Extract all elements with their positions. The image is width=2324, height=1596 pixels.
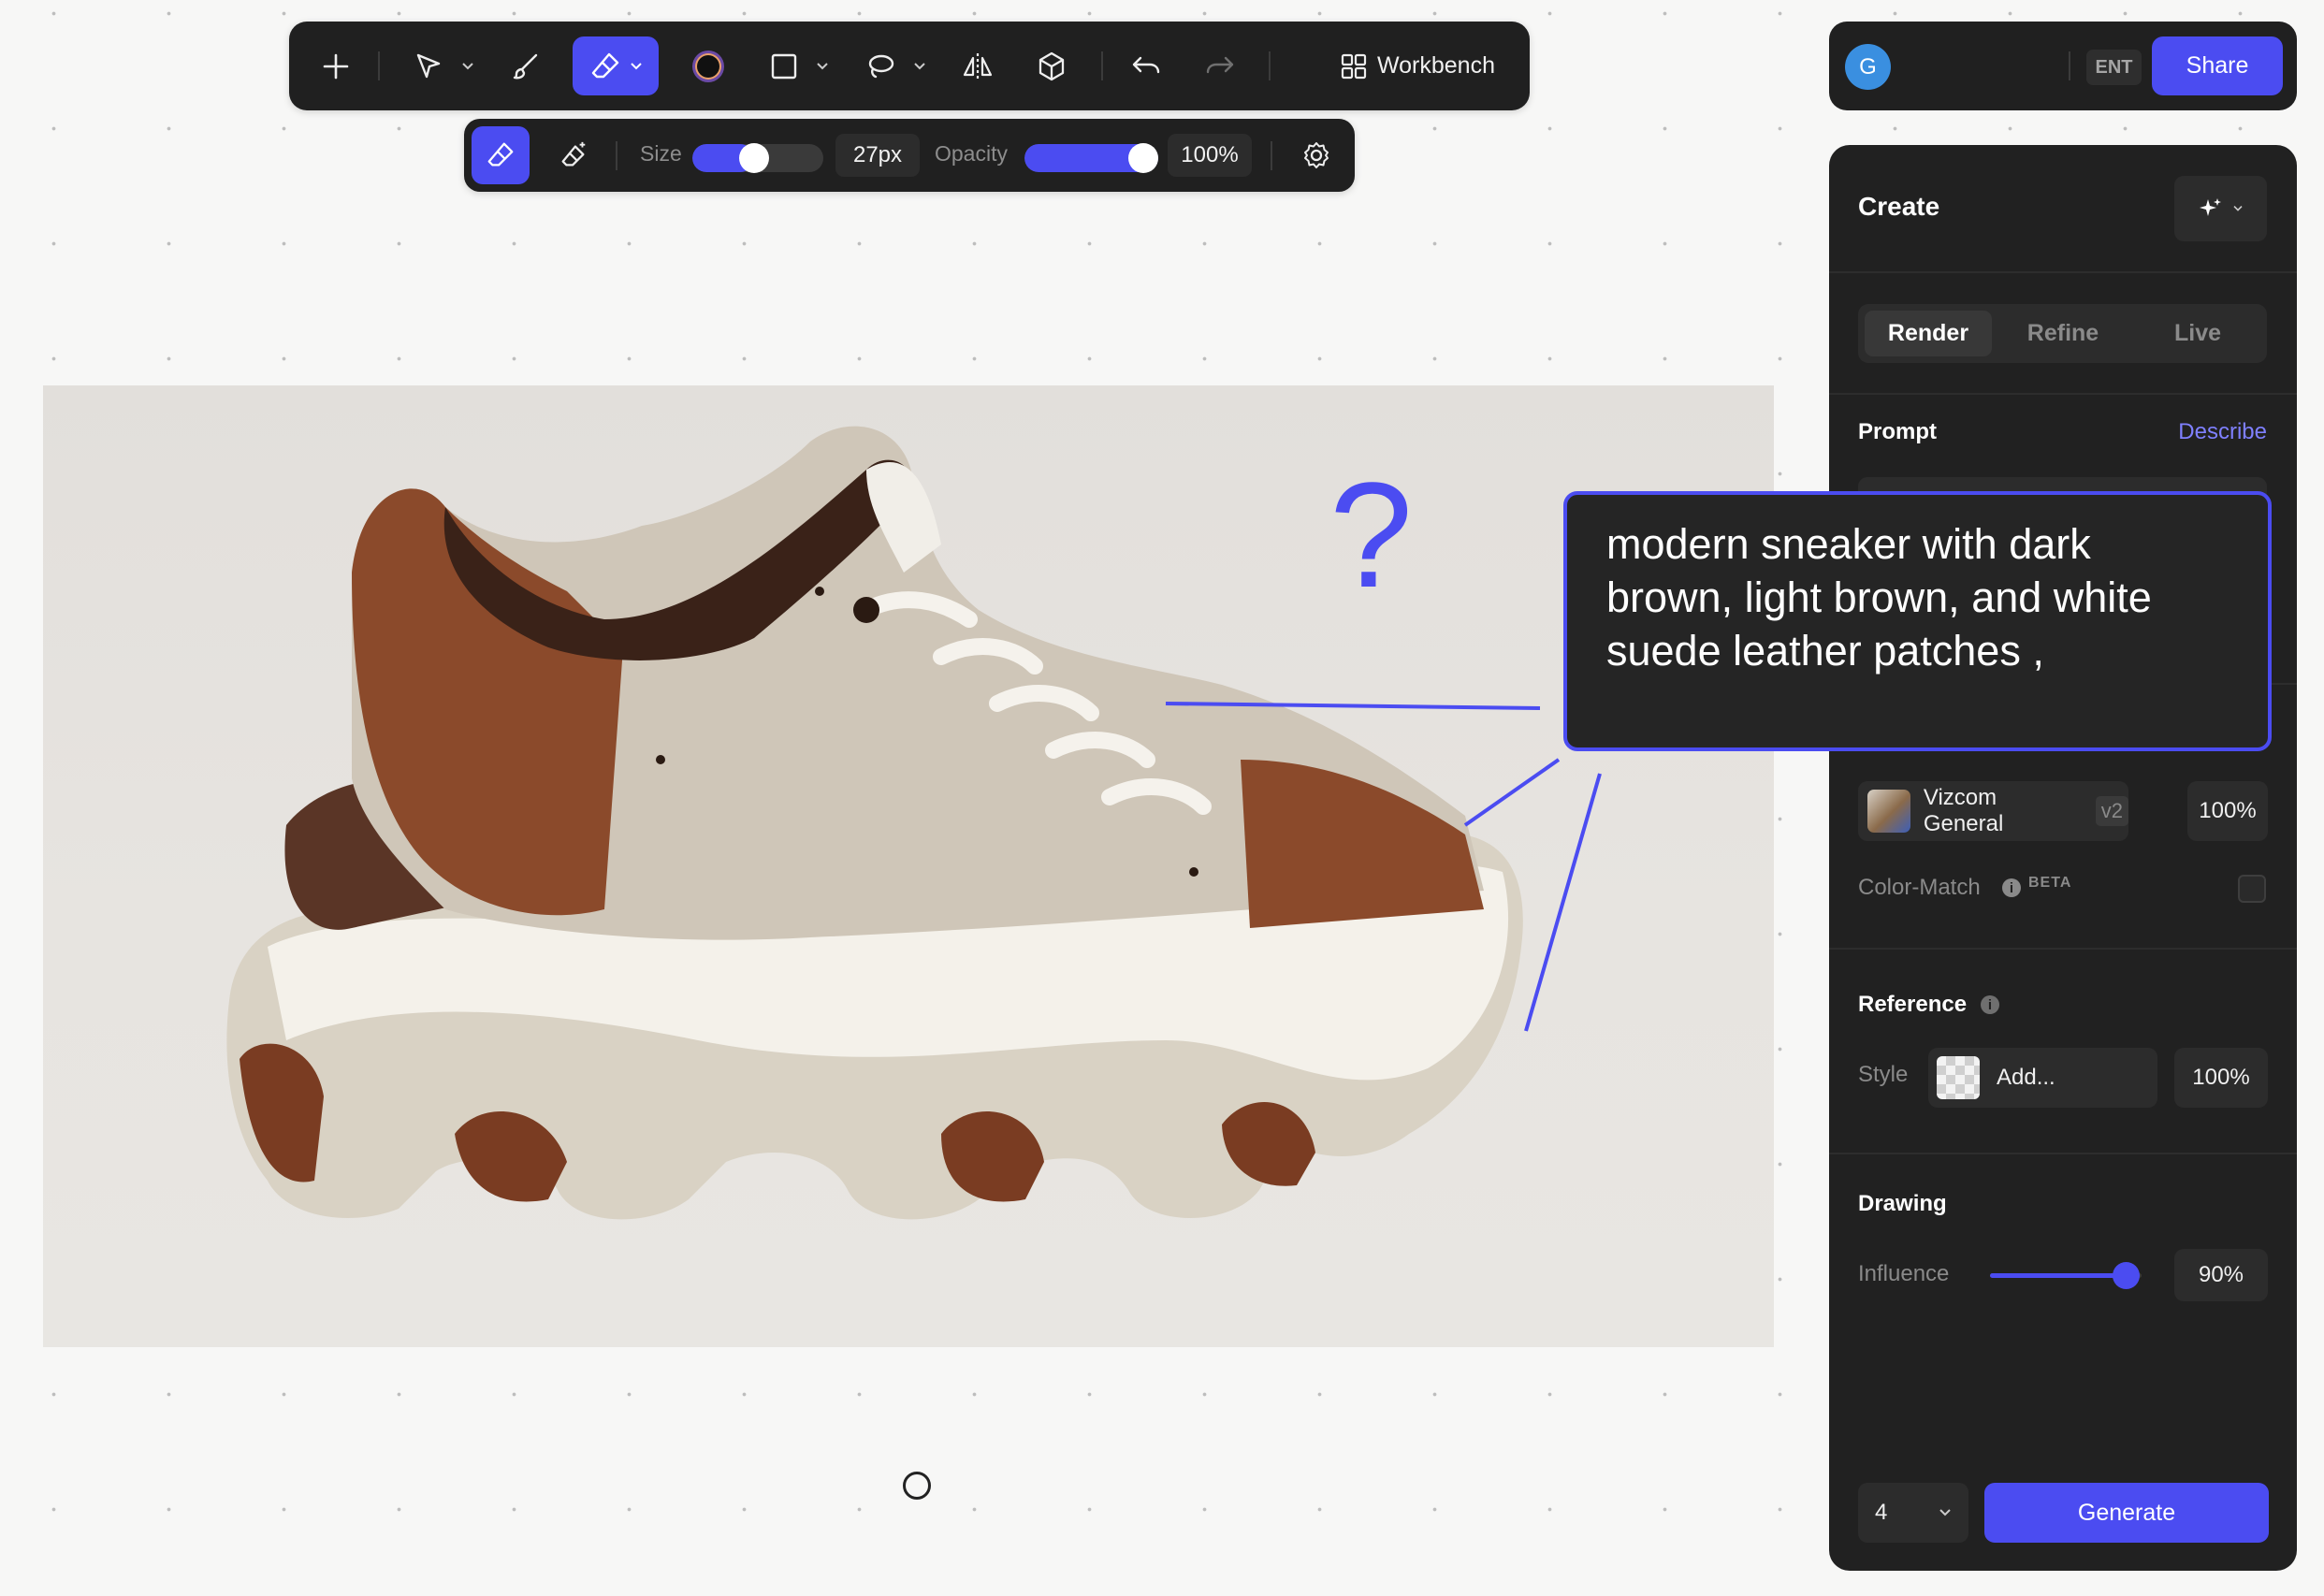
brush-settings-button[interactable] [1287, 126, 1345, 184]
rectangle-tool-icon[interactable] [757, 36, 811, 95]
chevron-down-icon[interactable] [909, 36, 930, 95]
gear-icon [1304, 142, 1329, 168]
beta-badge: BETA [2028, 875, 2072, 891]
divider [1829, 948, 2297, 950]
info-icon[interactable]: i [1981, 995, 1999, 1014]
toolbar-divider [1269, 51, 1271, 80]
avatar[interactable]: G [1845, 44, 1891, 90]
tab-render[interactable]: Render [1865, 311, 1992, 356]
model-strength-value[interactable]: 100% [2187, 781, 2268, 841]
add-icon[interactable] [309, 36, 363, 95]
chevron-down-icon[interactable] [458, 36, 478, 95]
transparent-placeholder-icon [1937, 1056, 1980, 1099]
divider [1829, 1153, 2297, 1154]
ai-mode-button[interactable] [2174, 176, 2267, 241]
reference-strength-value[interactable]: 100% [2174, 1048, 2268, 1108]
opacity-slider-thumb[interactable] [1128, 143, 1158, 173]
mirror-tool-icon[interactable] [951, 36, 1005, 95]
tab-refine[interactable]: Refine [1999, 311, 2127, 356]
size-label: Size [640, 141, 682, 166]
sparkle-icon [2199, 198, 2221, 216]
toolbar-divider [1101, 51, 1103, 80]
influence-slider-thumb[interactable] [2113, 1262, 2141, 1289]
brush-tool-icon[interactable] [499, 36, 553, 95]
color-match-checkbox[interactable] [2238, 875, 2266, 903]
model-version-badge: v2 [2095, 796, 2128, 826]
influence-slider-fill [1990, 1273, 2127, 1278]
toolbar-divider [2069, 51, 2070, 80]
tab-live[interactable]: Live [2134, 311, 2261, 356]
output-count-select[interactable]: 4 [1858, 1483, 1968, 1543]
color-swatch-icon[interactable] [680, 36, 736, 95]
plan-badge: ENT [2086, 50, 2142, 85]
share-button[interactable]: Share [2152, 36, 2283, 95]
chevron-down-icon [2232, 206, 2243, 211]
redo-icon[interactable] [1193, 36, 1247, 95]
toolbar-divider [1271, 141, 1272, 170]
influence-value[interactable]: 90% [2174, 1249, 2268, 1301]
select-tool-icon[interactable] [401, 36, 456, 95]
opacity-value[interactable]: 100% [1168, 134, 1252, 177]
eraser-options-bar: Size 27px Opacity 100% [464, 119, 1355, 192]
style-reference-add[interactable]: Add... [1928, 1048, 2157, 1108]
chevron-down-icon[interactable] [812, 36, 833, 95]
model-name: Vizcom General [1923, 785, 2004, 836]
prompt-label: Prompt [1858, 419, 1937, 444]
3d-cube-icon[interactable] [1024, 36, 1079, 95]
info-icon[interactable]: i [2002, 878, 2021, 897]
undo-icon[interactable] [1119, 36, 1173, 95]
main-toolbar: Workbench [289, 22, 1530, 110]
add-style-label: Add... [1997, 1065, 2055, 1090]
workbench-button[interactable]: Workbench [1311, 36, 1524, 95]
panel-title: Create [1858, 192, 1940, 221]
color-match-label: Color-Match [1858, 875, 1981, 900]
eraser-icon [487, 142, 514, 167]
eraser-mode-button[interactable] [472, 126, 530, 184]
user-bar: G ENT Share [1829, 22, 2297, 110]
describe-link[interactable]: Describe [2178, 419, 2267, 445]
mode-tabs: Render Refine Live [1858, 304, 2267, 363]
smart-eraser-button[interactable] [545, 126, 603, 184]
workbench-label: Workbench [1377, 52, 1495, 79]
model-thumbnail [1867, 790, 1910, 833]
toolbar-divider [378, 51, 380, 80]
output-count-value: 4 [1875, 1500, 1888, 1525]
size-slider-thumb[interactable] [738, 143, 769, 173]
reference-title: Reference [1858, 992, 1968, 1017]
chevron-down-icon [631, 62, 642, 69]
divider [1829, 393, 2297, 395]
influence-label: Influence [1858, 1261, 1950, 1286]
chevron-down-icon [1939, 1509, 1951, 1516]
size-value[interactable]: 27px [835, 134, 920, 177]
drawing-title: Drawing [1858, 1191, 1947, 1216]
toolbar-divider [616, 141, 617, 170]
style-label: Style [1858, 1062, 1909, 1087]
sneaker-image [226, 426, 1602, 1220]
question-mark-annotation: ? [1329, 451, 1413, 618]
eraser-tool-button[interactable] [573, 36, 659, 95]
canvas-image[interactable]: ? [43, 385, 1774, 1347]
opacity-label: Opacity [935, 141, 1008, 166]
lasso-tool-icon[interactable] [853, 36, 908, 95]
model-selector[interactable]: Vizcom General v2 [1858, 781, 2128, 841]
workbench-icon [1341, 53, 1367, 79]
eraser-icon [591, 52, 619, 78]
eraser-cursor [903, 1472, 931, 1500]
prompt-input-expanded[interactable]: modern sneaker with dark brown, light br… [1563, 491, 2272, 751]
magic-eraser-icon [561, 141, 586, 167]
divider [1829, 271, 2297, 273]
generate-button[interactable]: Generate [1984, 1483, 2269, 1543]
create-panel: Create Render Refine Live Prompt Describ… [1829, 145, 2297, 1571]
